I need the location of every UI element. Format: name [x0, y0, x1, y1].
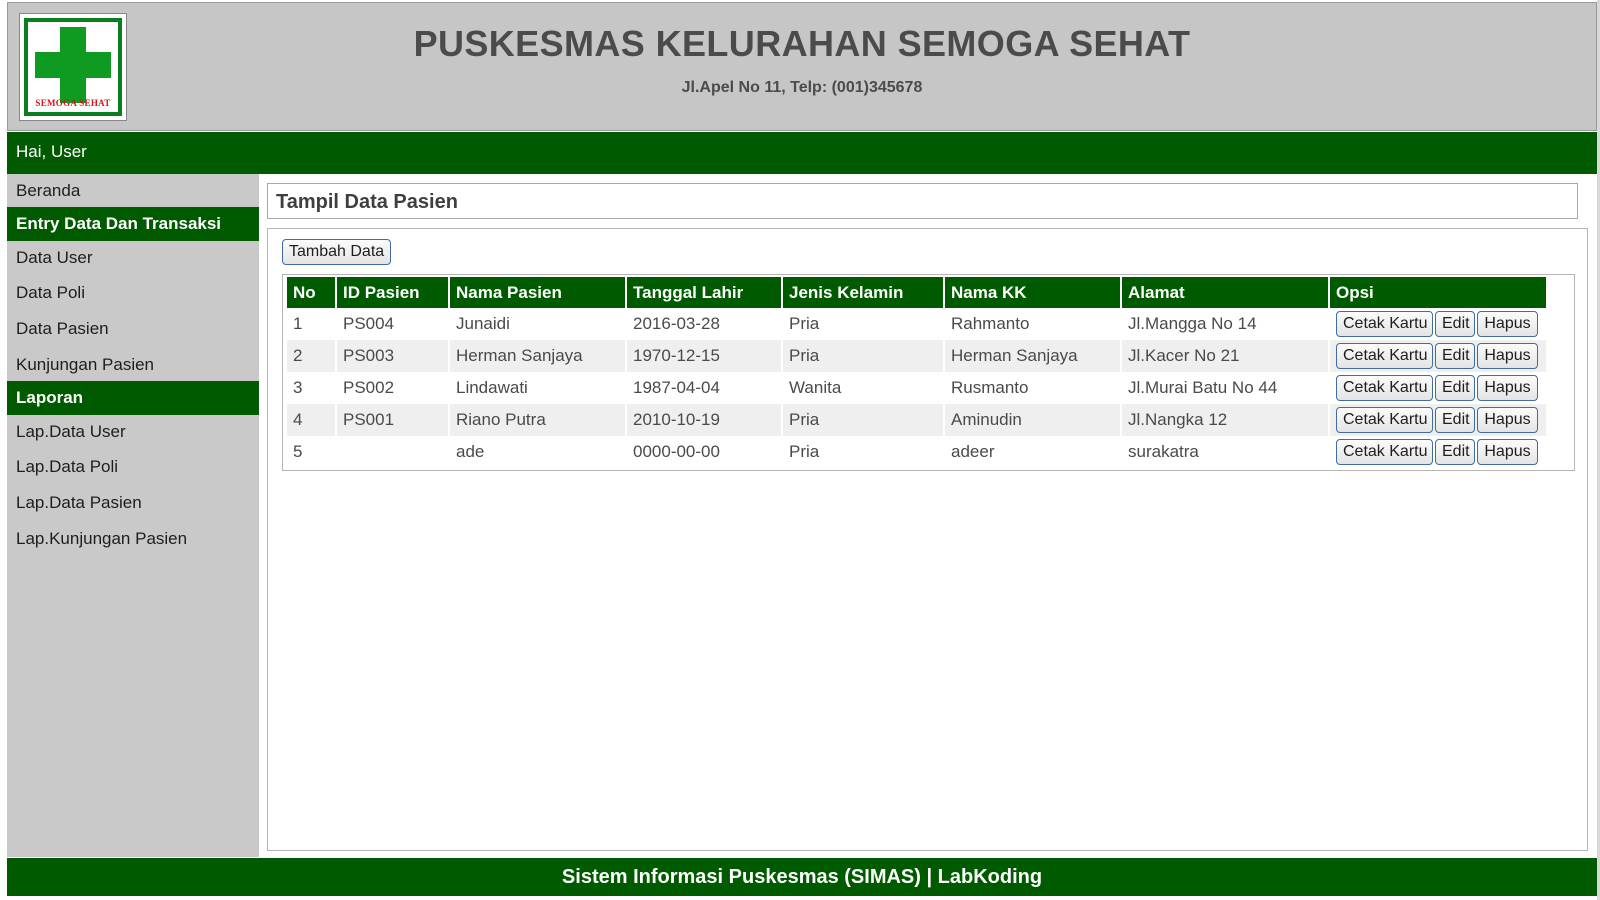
cell-no: 3	[293, 378, 303, 397]
print-card-button[interactable]: Cetak Kartu	[1336, 343, 1433, 369]
edit-button[interactable]: Edit	[1435, 343, 1475, 369]
footer-text: Sistem Informasi Puskesmas (SIMAS) | Lab…	[561, 866, 1043, 888]
column-header-nama-kk: Nama KK	[945, 277, 1120, 308]
edit-button[interactable]: Edit	[1435, 375, 1475, 401]
table-row: 5 ade 0000-00-00 Pria adeer surakatra Ce…	[287, 436, 1546, 468]
column-header-alamat: Alamat	[1122, 277, 1328, 308]
print-card-button[interactable]: Cetak Kartu	[1336, 375, 1433, 401]
cell-nama-kk: adeer	[951, 442, 995, 461]
cell-opsi: Cetak Kartu Edit Hapus	[1330, 340, 1546, 372]
cell-alamat: Jl.Murai Batu No 44	[1128, 378, 1278, 397]
cell-opsi: Cetak Kartu Edit Hapus	[1330, 308, 1546, 340]
site-footer: Sistem Informasi Puskesmas (SIMAS) | Lab…	[7, 858, 1597, 896]
table-row: 4 PS001 Riano Putra 2010-10-19 Pria Amin…	[287, 404, 1546, 436]
cell-no: 4	[287, 404, 335, 436]
cell-tanggal-lahir: 1970-12-15	[627, 340, 781, 372]
sidebar-item-data-pasien[interactable]: Data Pasien	[7, 312, 259, 346]
cell-nama-pasien: Lindawati	[456, 378, 528, 397]
delete-button[interactable]: Hapus	[1477, 407, 1538, 433]
logo-text: SEMOGA SEHAT	[35, 98, 111, 108]
column-header-tanggal-lahir: Tanggal Lahir	[627, 277, 781, 308]
delete-button[interactable]: Hapus	[1477, 375, 1538, 401]
column-header-no: No	[287, 277, 335, 308]
edit-button[interactable]: Edit	[1435, 439, 1475, 465]
user-greeting: Hai, User	[16, 142, 87, 161]
table-header-row: No ID Pasien Nama Pasien Tanggal Lahir J…	[287, 277, 1546, 308]
cell-tanggal-lahir: 2016-03-28	[633, 314, 720, 333]
cell-nama-kk: Herman Sanjaya	[945, 340, 1120, 372]
cell-nama-kk: Rusmanto	[951, 378, 1029, 397]
site-title: PUSKESMAS KELURAHAN SEMOGA SEHAT	[413, 23, 1191, 64]
sidebar: Beranda Entry Data Dan Transaksi Data Us…	[7, 174, 259, 857]
cell-nama-pasien: ade	[456, 442, 485, 461]
cell-nama-kk: Rahmanto	[951, 314, 1030, 333]
add-data-button[interactable]: Tambah Data	[282, 239, 391, 265]
patient-panel: Tambah Data No ID Pasien Nama Pasien Tan…	[267, 228, 1588, 851]
delete-button[interactable]: Hapus	[1477, 311, 1538, 337]
cell-id-pasien: PS002	[343, 378, 395, 397]
cell-nama-kk: Aminudin	[945, 404, 1120, 436]
cell-id-pasien	[337, 436, 448, 468]
sidebar-item-lap-data-user[interactable]: Lap.Data User	[7, 415, 259, 449]
table-row: 1 PS004 Junaidi 2016-03-28 Pria Rahmanto…	[287, 308, 1546, 340]
page-title: Tampil Data Pasien	[276, 191, 458, 213]
print-card-button[interactable]: Cetak Kartu	[1336, 311, 1433, 337]
column-header-jenis-kelamin: Jenis Kelamin	[783, 277, 943, 308]
site-header: SEMOGA SEHAT PUSKESMAS KELURAHAN SEMOGA …	[7, 2, 1597, 131]
sidebar-heading-entry: Entry Data Dan Transaksi	[7, 207, 259, 241]
patient-table: No ID Pasien Nama Pasien Tanggal Lahir J…	[285, 277, 1548, 468]
greeting-bar: Hai, User	[7, 132, 1597, 174]
cell-jenis-kelamin: Wanita	[789, 378, 842, 397]
cell-opsi: Cetak Kartu Edit Hapus	[1330, 436, 1546, 468]
cell-alamat: Jl.Kacer No 21	[1122, 340, 1328, 372]
table-row: 2 PS003 Herman Sanjaya 1970-12-15 Pria H…	[287, 340, 1546, 372]
column-header-opsi: Opsi	[1330, 277, 1546, 308]
sidebar-item-data-user[interactable]: Data User	[7, 241, 259, 275]
cell-tanggal-lahir: 0000-00-00	[633, 442, 720, 461]
cell-tanggal-lahir: 2010-10-19	[627, 404, 781, 436]
sidebar-item-lap-data-poli[interactable]: Lap.Data Poli	[7, 450, 259, 484]
cell-opsi: Cetak Kartu Edit Hapus	[1330, 372, 1546, 404]
cell-jenis-kelamin: Pria	[789, 314, 820, 333]
page-title-box: Tampil Data Pasien	[267, 183, 1578, 219]
delete-button[interactable]: Hapus	[1477, 343, 1538, 369]
table-row: 3 PS002 Lindawati 1987-04-04 Wanita Rusm…	[287, 372, 1546, 404]
cell-jenis-kelamin: Pria	[783, 340, 943, 372]
cell-nama-pasien: Riano Putra	[450, 404, 625, 436]
cell-alamat: surakatra	[1128, 442, 1199, 461]
edit-button[interactable]: Edit	[1435, 311, 1475, 337]
sidebar-item-lap-data-pasien[interactable]: Lap.Data Pasien	[7, 486, 259, 520]
column-header-id-pasien: ID Pasien	[337, 277, 448, 308]
cell-alamat: Jl.Nangka 12	[1122, 404, 1328, 436]
cell-tanggal-lahir: 1987-04-04	[633, 378, 720, 397]
cell-nama-pasien: Junaidi	[456, 314, 510, 333]
print-card-button[interactable]: Cetak Kartu	[1336, 439, 1433, 465]
delete-button[interactable]: Hapus	[1477, 439, 1538, 465]
cell-no: 5	[293, 442, 303, 461]
cell-id-pasien: PS001	[337, 404, 448, 436]
site-address: Jl.Apel No 11, Telp: (001)345678	[681, 79, 923, 96]
sidebar-heading-laporan: Laporan	[7, 381, 259, 415]
cell-no: 2	[287, 340, 335, 372]
main-content: Tampil Data Pasien Tambah Data No ID Pas…	[259, 174, 1597, 857]
cell-alamat: Jl.Mangga No 14	[1128, 314, 1257, 333]
cell-id-pasien: PS003	[337, 340, 448, 372]
patient-table-container: No ID Pasien Nama Pasien Tanggal Lahir J…	[282, 274, 1575, 471]
cell-jenis-kelamin: Pria	[789, 442, 820, 461]
print-card-button[interactable]: Cetak Kartu	[1336, 407, 1433, 433]
app-window: SEMOGA SEHAT PUSKESMAS KELURAHAN SEMOGA …	[0, 0, 1600, 900]
cell-nama-pasien: Herman Sanjaya	[450, 340, 625, 372]
sidebar-item-lap-kunjungan-pasien[interactable]: Lap.Kunjungan Pasien	[7, 522, 259, 556]
sidebar-item-data-poli[interactable]: Data Poli	[7, 276, 259, 310]
sidebar-item-kunjungan-pasien[interactable]: Kunjungan Pasien	[7, 348, 259, 382]
cell-opsi: Cetak Kartu Edit Hapus	[1330, 404, 1546, 436]
sidebar-item-beranda[interactable]: Beranda	[7, 174, 259, 208]
column-header-nama-pasien: Nama Pasien	[450, 277, 625, 308]
cell-jenis-kelamin: Pria	[783, 404, 943, 436]
edit-button[interactable]: Edit	[1435, 407, 1475, 433]
cell-no: 1	[293, 314, 303, 333]
cell-id-pasien: PS004	[343, 314, 395, 333]
